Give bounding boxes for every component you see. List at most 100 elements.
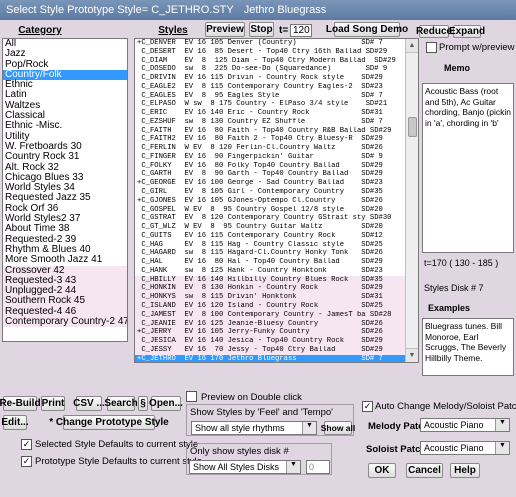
style-list-item[interactable]: C_GT_WLZ W EV 8 95 Country Guitar Waltz … [135,223,406,232]
section-button[interactable]: § [138,396,148,411]
style-list-item[interactable]: C_HAGARD sw 8 115 Hagard-Cl.Country Honk… [135,249,406,258]
change-prototype-button[interactable]: * Change Prototype Style [49,415,169,430]
style-list-item[interactable]: C_HONKIN EV 8 130 Honkin - Country Rock … [135,284,406,294]
style-list-item[interactable]: C_DESERT EV 16 85 Desert - Top40 Ctry 16… [135,48,406,57]
feel-tempo-value: Show all style rhythms [195,423,285,433]
style-list-item[interactable]: C_JEANIE EV 16 125 Jeanie-Bluesy Country… [135,319,406,329]
expand-button[interactable]: Expand [449,25,485,38]
category-list[interactable]: All Jazz Pop/Rock Country/Folk Ethnic Latin Wa… [2,38,128,342]
rebuild-button[interactable]: Re-Build [0,396,41,411]
tempo-label: t= [279,25,289,36]
style-list-item[interactable]: +C_JERRY EV 16 105 Jerry-Funky Country S… [135,328,406,338]
style-list-item[interactable]: C_DOSEDO sw 8 225 Do-see-Do (Squaredance… [135,65,406,74]
tempo-input[interactable]: 120 [290,24,312,37]
chevron-down-icon[interactable]: ▼ [495,419,509,431]
style-list-item[interactable]: C_ERIC EV 16 140 Eric - Country Rock SD#… [135,109,406,118]
feel-tempo-label: Show Styles by 'Feel' and 'Tempo' [190,407,333,418]
style-list-item[interactable]: C_EAGLES EV 8 95 Eagles Style SD# 7 [135,92,406,101]
style-list-item[interactable]: C_JAMEST EV 8 100 Contemporary Country -… [135,310,406,320]
style-list-item[interactable]: C_GSTRAT EV 8 120 Contemporary Country G… [135,214,406,223]
style-list-item[interactable]: C_JESSY EV 16 70 Jessy - Top40 Ctry Ball… [135,345,406,355]
disk-filter-value: Show All Styles Disks [193,462,280,472]
style-list-item[interactable]: C_HAG EV 8 115 Hag - Country Classic sty… [135,241,406,250]
feel-tempo-dropdown[interactable]: Show all style rhythms ▼ [191,421,317,435]
style-list-item[interactable]: C_EZSHUF sw 8 130 Country EZ Shuffle SD#… [135,118,406,127]
styles-disk-label: Styles Disk # 7 [424,283,484,293]
melody-patch-value: Acoustic Piano [424,420,484,430]
style-list-item[interactable]: C_FERLIN W EV 8 120 Ferlin-Cl.Country Wa… [135,144,406,153]
melody-patch-dropdown[interactable]: Acoustic Piano ▼ [420,418,510,432]
style-list-item[interactable]: C_GARTH EV 8 90 Garth - Top40 Country Ba… [135,170,406,179]
style-list-item[interactable]: C_ELPASO W sw 8 175 Country - ElPaso 3/4… [135,100,406,109]
selected-defaults-checkbox[interactable]: ✓ [21,439,32,450]
soloist-patch-dropdown[interactable]: Acoustic Piano ▼ [420,441,510,455]
style-list-item[interactable]: C_HONKYS sw 8 115 Drivin' Honktonk SD#31 [135,293,406,302]
scroll-thumb[interactable] [408,117,417,137]
examples-label: Examples [428,303,471,313]
disk-filter-label: Only show styles disk # [190,446,289,457]
auto-change-label: Auto Change Melody/Soloist Patch [375,401,516,412]
style-list-item[interactable]: C_JESICA EV 16 140 Jesica - Top40 Countr… [135,337,406,346]
style-list-item[interactable]: C_FAITH EV 16 80 Faith - Top40 Country R… [135,127,406,136]
stop-button[interactable]: Stop [249,22,274,37]
style-list-item[interactable]: C_DIAM EV 8 125 Diam - Top40 Ctry Modern… [135,57,406,66]
csv-button[interactable]: CSV ... [73,396,105,411]
category-header: Category [18,25,62,36]
style-list-item[interactable]: C_DRIVIN EV 16 115 Drivin - Country Rock… [135,74,406,83]
auto-change-checkbox[interactable]: ✓ [362,401,373,412]
window-title: Select Style Prototype Style= C_JETHRO.S… [6,4,234,16]
prototype-defaults-label: Prototype Style Defaults to current styl… [35,456,202,467]
style-list-item[interactable]: C_FOLKY EV 16 80 Folky Top40 Country Bal… [135,162,406,171]
disk-number-input[interactable]: 0 [306,460,330,474]
chevron-down-icon[interactable]: ▼ [495,442,509,454]
help-button[interactable]: Help [450,463,480,478]
preview-dblclick-label: Preview on Double click [201,392,302,403]
soloist-patch-label: Soloist Patch [366,444,427,455]
prompt-preview-checkbox[interactable] [426,42,437,53]
style-list-item[interactable]: C_HAL EV 16 80 Hal - Top40 Country Balla… [135,258,406,267]
edit-button[interactable]: Edit... [1,415,29,430]
style-list-item[interactable]: +C_DENVER EV 16 105 Denver (Country) SD#… [135,39,406,48]
category-item[interactable]: More Smooth Jazz 41 [3,254,127,265]
styles-scrollbar[interactable]: ▲ ▼ [405,39,418,362]
disk-filter-group: Only show styles disk # Show All Styles … [186,443,332,475]
style-list-item[interactable]: +C_GJONES EV 16 105 GJones-Optempo Cl.Co… [135,197,406,206]
ok-button[interactable]: OK [368,463,396,478]
scroll-up-icon[interactable]: ▲ [406,39,418,53]
preview-dblclick-checkbox[interactable] [186,391,197,402]
preview-button[interactable]: Preview [205,22,245,37]
load-song-demo-button[interactable]: Load Song Demo [326,22,408,37]
style-list-item[interactable]: C_FAITH2 EV 16 80 Faith 2 - Top40 Ctry B… [135,135,406,144]
chevron-down-icon[interactable]: ▼ [302,422,316,434]
style-list-item[interactable]: C_HANK sw 8 125 Hank - Country Honktonk … [135,267,406,276]
show-all-button[interactable]: Show all [321,421,355,435]
scroll-down-icon[interactable]: ▼ [406,348,418,362]
examples-text: Bluegrass tunes. Bill Monoroe, Earl Scru… [422,318,514,376]
song-title: Jethro Bluegrass [243,4,327,16]
selected-defaults-label: Selected Style Defaults to current style [35,439,199,450]
style-list-item[interactable]: C_GUITS EV 16 115 Contemporary Country R… [135,232,406,241]
cancel-button[interactable]: Cancel [406,463,443,478]
style-list-item[interactable]: C_ISLAND EV 16 120 Island - Country Rock… [135,301,406,311]
category-item[interactable]: Contemporary Country-2 47 [3,316,127,328]
print-button[interactable]: Print [41,396,65,411]
chevron-down-icon[interactable]: ▼ [286,461,300,473]
disk-filter-dropdown[interactable]: Show All Styles Disks ▼ [189,460,301,474]
style-list-item[interactable]: +C_JETHRO EV 16 170 Jethro Bluegrass SD#… [135,354,406,362]
style-list-item[interactable]: C_HBILLY EV 16 140 Hillbilly Country Blu… [135,275,406,285]
open-button[interactable]: Open... [149,396,183,411]
style-list-item[interactable]: C_GIRL EV 8 105 Girl - Contemporary Coun… [135,188,406,197]
reduce-button[interactable]: Reduce [416,25,452,38]
title-bar: Select Style Prototype Style= C_JETHRO.S… [0,0,516,20]
styles-list[interactable]: +C_DENVER EV 16 105 Denver (Country) SD#… [134,38,419,363]
memo-header: Memo [444,63,471,73]
search-button[interactable]: Search [104,396,138,411]
prompt-preview-label: Prompt w/preview [439,42,515,53]
tempo-range: t=170 ( 130 - 185 ) [424,258,499,268]
style-list-item[interactable]: +C_GEORGE EV 16 100 George - Sad Country… [135,179,406,188]
style-list-item[interactable]: C_FINGER EV 16 90 Fingerpickin' Guitar S… [135,153,406,162]
style-list-item[interactable]: C_EAGLE2 EV 8 115 Contemporary Country E… [135,83,406,92]
memo-text: Acoustic Bass (root and 5th), Ac Guitar … [422,83,514,253]
style-list-item[interactable]: C_GOSPEL W EV 8 95 Country Gospel 12/8 s… [135,206,406,215]
prototype-defaults-checkbox[interactable]: ✓ [21,456,32,467]
